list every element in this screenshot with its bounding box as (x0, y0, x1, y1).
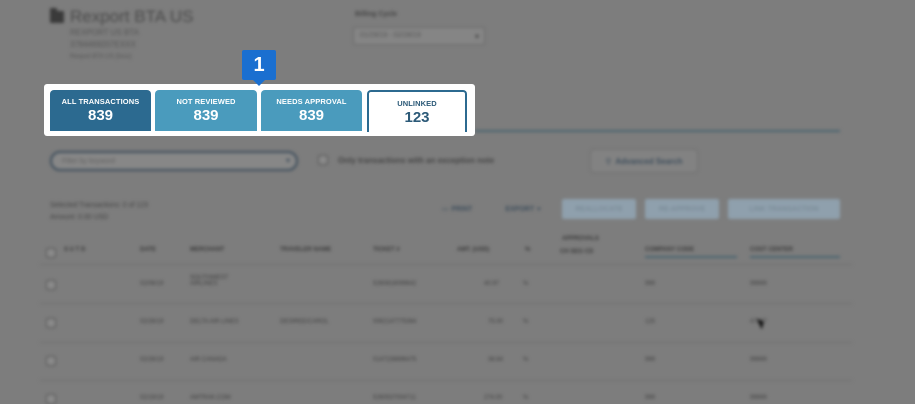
export-label: EXPORT (505, 205, 535, 213)
row-percent: % (523, 357, 529, 363)
traveler-column-header[interactable]: TRAVELER NAME (280, 247, 331, 253)
keyword-filter-input[interactable]: Filter by keyword ▾ (50, 151, 298, 171)
row-amount: 40.97 (484, 281, 500, 287)
row-checkbox[interactable] (46, 318, 56, 328)
percent-column-header: % (525, 247, 531, 253)
exception-filter[interactable]: Only transactions with an exception note (318, 155, 494, 165)
row-merchant: AMTRAK.COM (190, 395, 231, 401)
search-icon: ⚲ (605, 156, 612, 166)
row-ticket: 5260818099642 (373, 281, 417, 287)
tab-label: ALL TRANSACTIONS (61, 97, 140, 106)
account-detail-line: Rexport BTA US (5xxx) (70, 54, 132, 60)
row-traveler: DESIREE/CAROL (280, 319, 329, 325)
exception-label: Only transactions with an exception note (338, 155, 495, 165)
row-divider (40, 342, 852, 343)
reapprove-button[interactable]: RE-APPROVE (645, 199, 719, 219)
folder-icon (50, 8, 64, 23)
billing-cycle-value: 01/29/19 - 02/28/19 (360, 32, 421, 39)
row-percent: % (523, 281, 529, 287)
advanced-search-button[interactable]: ⚲ Advanced Search (590, 149, 698, 173)
row-company-code: 999 (645, 357, 656, 363)
tab-count: 839 (87, 107, 114, 124)
print-label: PRINT (451, 205, 473, 213)
step-callout-badge: 1 (242, 50, 276, 80)
row-company-code: 999 (645, 395, 656, 401)
row-cost-center: 99999 (750, 281, 767, 287)
ticket-column-header[interactable]: TICKET # (373, 247, 400, 253)
status-columns-header: S U T D (64, 247, 86, 253)
keyword-filter-placeholder: Filter by keyword (62, 158, 115, 165)
row-cost-center: 99999 (750, 357, 767, 363)
row-amount: 38.64 (488, 357, 504, 363)
billing-cycle-select[interactable]: 01/29/19 - 02/28/19 ▾ (353, 27, 485, 45)
advanced-search-label: Advanced Search (615, 156, 683, 166)
row-checkbox[interactable] (46, 280, 56, 290)
row-checkbox[interactable] (46, 356, 56, 366)
date-column-header[interactable]: DATE (140, 247, 156, 253)
row-date: 02/26/19 (140, 357, 164, 363)
reapprove-label: RE-APPROVE (658, 205, 706, 213)
amount-column-header[interactable]: AMT. (USD) (457, 247, 489, 253)
tab-needs-approval[interactable]: NEEDS APPROVAL 839 (261, 90, 362, 131)
row-merchant: AIR CANADA (190, 357, 227, 363)
row-company-code: 999 (645, 281, 656, 287)
reallocate-label: REALLOCATE (575, 205, 623, 213)
chevron-down-icon: ▾ (474, 32, 479, 41)
chevron-down-icon: ▾ (537, 206, 541, 213)
row-company-code: 125 (645, 319, 656, 325)
selection-summary: Selected Transactions: 0 of 123 Amount: … (50, 200, 148, 224)
row-percent: % (523, 395, 529, 401)
tab-label: NEEDS APPROVAL (276, 97, 347, 106)
row-percent: % (523, 319, 529, 325)
row-ticket: 0062147775364 (373, 319, 417, 325)
row-date: 02/06/19 (140, 281, 164, 287)
row-merchant: SOUTHWEST AIRLINES (190, 275, 229, 287)
account-detail-line: 3784469207EXXX (70, 40, 136, 49)
billing-cycle-label: Billing Cycle (355, 11, 398, 18)
export-button[interactable]: EXPORT ▾ (494, 199, 552, 219)
row-ticket: 5260537004711 (373, 395, 416, 401)
tab-label: NOT REVIEWED (176, 97, 236, 106)
cost-center-column-header[interactable]: COST CENTER (750, 247, 840, 258)
link-transaction-label: LINK TRANSACTION (749, 205, 819, 213)
selected-transactions-text: Selected Transactions: 0 of 123 (50, 202, 149, 209)
reallocate-button[interactable]: REALLOCATE (562, 199, 636, 219)
approvals-subheader: CH SEG CD (560, 249, 594, 255)
row-divider (40, 264, 852, 265)
account-title-row: Rexport BTA US (50, 7, 193, 27)
tab-count: 839 (193, 107, 219, 124)
blurred-background: Rexport BTA US REXPORT US BTA 3784469207… (0, 0, 915, 404)
account-detail-line: REXPORT US BTA (70, 28, 139, 37)
row-date: 02/19/19 (140, 395, 164, 401)
approvals-column-header: APPROVALS (562, 236, 599, 242)
tab-unlinked[interactable]: UNLINKED 123 (367, 90, 467, 132)
row-divider (40, 380, 852, 381)
tab-not-reviewed[interactable]: NOT REVIEWED 839 (155, 90, 257, 131)
callout-pointer (253, 80, 265, 86)
company-code-column-header[interactable]: COMPANY CODE (645, 247, 737, 258)
selected-amount-text: Amount: 0.00 USD (50, 214, 109, 221)
chevron-down-icon: ▾ (285, 156, 290, 165)
tab-count: 123 (404, 108, 430, 126)
row-ticket: 0147238896475 (373, 357, 417, 363)
tab-label: UNLINKED (397, 98, 437, 108)
row-divider (40, 303, 852, 304)
merchant-column-header[interactable]: MERCHANT (190, 247, 224, 253)
account-title: Rexport BTA US (70, 7, 194, 26)
account-details: REXPORT US BTA 3784469207EXXX Rexport BT… (70, 27, 139, 63)
row-amount: 274.00 (484, 395, 503, 401)
row-amount: 75.00 (488, 319, 504, 325)
select-all-checkbox[interactable] (46, 248, 56, 258)
link-transaction-button[interactable]: LINK TRANSACTION (728, 199, 840, 219)
tabs-underline (475, 130, 840, 132)
exception-checkbox[interactable] (318, 155, 328, 165)
row-cost-center: 99999 (750, 395, 767, 401)
tab-count: 839 (298, 107, 325, 124)
row-date: 02/26/19 (140, 319, 164, 325)
print-button[interactable]: ▭ PRINT (430, 199, 484, 219)
printer-icon: ▭ (441, 206, 449, 213)
row-merchant: DELTA AIR LINES (190, 319, 239, 325)
tab-all-transactions[interactable]: ALL TRANSACTIONS 839 (50, 90, 151, 131)
